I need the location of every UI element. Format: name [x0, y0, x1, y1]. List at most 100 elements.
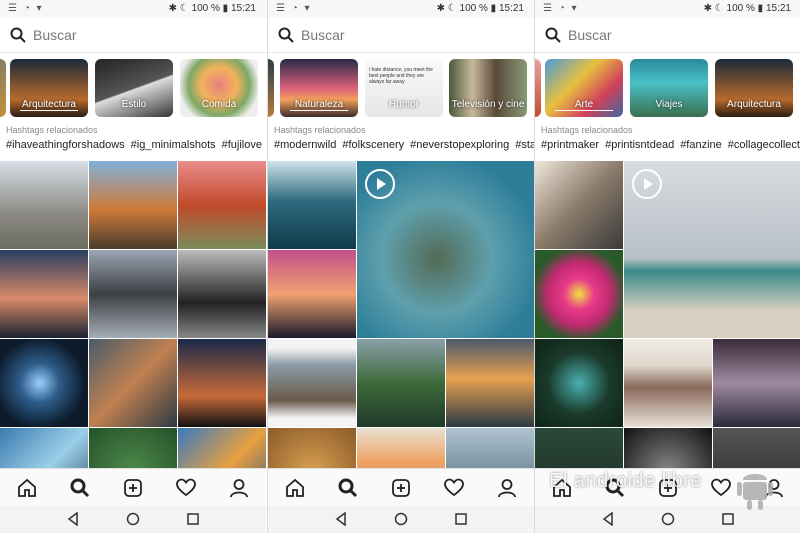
category-label: Arquitectura: [22, 99, 76, 110]
hashtag[interactable]: #printmaker: [541, 139, 599, 151]
grid-photo[interactable]: [0, 250, 88, 338]
grid-video[interactable]: [624, 161, 800, 338]
grid-photo[interactable]: [178, 161, 266, 249]
hashtags-title: Hashtags relacionados: [274, 125, 366, 135]
search-icon: [10, 27, 26, 43]
category-naturaleza[interactable]: Naturaleza: [280, 59, 358, 117]
grid-photo[interactable]: [89, 161, 177, 249]
grid-photo[interactable]: [178, 339, 266, 427]
recents-icon[interactable]: [186, 512, 200, 526]
profile-icon[interactable]: [497, 478, 517, 498]
grid-photo[interactable]: [446, 428, 534, 468]
search-bar[interactable]: Buscar: [0, 18, 266, 53]
category-comida[interactable]: Comida: [180, 59, 258, 117]
grid-photo[interactable]: [0, 161, 88, 249]
category-card[interactable]: [0, 59, 6, 117]
category-arte[interactable]: Arte: [545, 59, 623, 117]
grid-photo[interactable]: [535, 339, 623, 427]
search-icon: [278, 27, 294, 43]
grid-video[interactable]: [357, 161, 534, 338]
category-television[interactable]: Televisión y cine: [449, 59, 527, 117]
search-placeholder: Buscar: [301, 27, 345, 43]
grid-photo[interactable]: [268, 161, 356, 249]
grid-photo[interactable]: [357, 339, 445, 427]
grid-photo[interactable]: [446, 339, 534, 427]
grid-photo[interactable]: [713, 339, 800, 427]
home-icon[interactable]: [17, 478, 37, 498]
hashtag[interactable]: #fanzine: [680, 139, 722, 151]
grid-photo[interactable]: [624, 428, 712, 468]
category-carousel: Arte Viajes Arquitectura: [535, 58, 800, 120]
search-placeholder: Buscar: [568, 27, 612, 43]
grid-photo[interactable]: [624, 339, 712, 427]
category-estilo[interactable]: Estilo: [95, 59, 173, 117]
back-icon[interactable]: [66, 512, 80, 526]
grid-photo[interactable]: [535, 428, 623, 468]
hashtag[interactable]: #ig_minimalshots: [131, 139, 216, 151]
hashtag[interactable]: #ihaveathingforshadows: [6, 139, 125, 151]
hashtag-row: #modernwild #folkscenery #neverstopexplori…: [274, 139, 534, 151]
status-bar: ☰ ◔ ▾ ✱ ☾ 100 % ▮ 15:21: [0, 0, 266, 18]
heart-icon[interactable]: [176, 478, 196, 498]
grid-photo[interactable]: [89, 339, 177, 427]
screen-2: ☰ ◔ ▾ ✱ ☾ 100 % ▮ 15:21 Buscar Naturalez…: [267, 0, 534, 533]
recents-icon[interactable]: [721, 512, 735, 526]
heart-icon[interactable]: [444, 478, 464, 498]
grid-photo[interactable]: [89, 428, 177, 468]
search-icon[interactable]: [70, 478, 90, 498]
status-right: ✱ ☾ 100 % ▮ 15:21: [168, 3, 256, 14]
grid-photo[interactable]: [0, 428, 88, 468]
search-icon[interactable]: [338, 478, 358, 498]
grid-photo[interactable]: [535, 250, 623, 338]
back-icon[interactable]: [334, 512, 348, 526]
add-icon[interactable]: [391, 478, 411, 498]
grid-photo[interactable]: [357, 428, 445, 468]
grid-photo[interactable]: [268, 428, 356, 468]
category-label: Viajes: [655, 99, 683, 110]
category-card[interactable]: [268, 59, 274, 117]
grid-photo[interactable]: [89, 250, 177, 338]
hashtag[interactable]: #modernwild: [274, 139, 336, 151]
grid-photo[interactable]: [0, 339, 88, 427]
home-button-icon[interactable]: [661, 512, 675, 526]
category-card[interactable]: [535, 59, 541, 117]
category-viajes[interactable]: Viajes: [630, 59, 708, 117]
hashtag[interactable]: #printisntdead: [605, 139, 674, 151]
hashtag[interactable]: #folkscenery: [342, 139, 404, 151]
add-icon[interactable]: [123, 478, 143, 498]
signal-icons: ☰ ◔ ▾: [543, 3, 579, 14]
category-label: Televisión y cine: [451, 99, 525, 110]
home-icon[interactable]: [285, 478, 305, 498]
home-button-icon[interactable]: [126, 512, 140, 526]
search-icon: [545, 27, 561, 43]
profile-icon[interactable]: [229, 478, 249, 498]
grid-photo[interactable]: [178, 428, 266, 468]
search-bar[interactable]: Buscar: [268, 18, 534, 53]
hashtag-row: #ihaveathingforshadows #ig_minimalshots #f…: [6, 139, 266, 151]
back-icon[interactable]: [601, 512, 615, 526]
hashtag[interactable]: #collagecollective: [728, 139, 800, 151]
heart-icon[interactable]: [711, 478, 731, 498]
hashtag[interactable]: #fujilove: [222, 139, 262, 151]
grid-photo[interactable]: [535, 161, 623, 249]
explore-grid: [0, 161, 266, 468]
recents-icon[interactable]: [454, 512, 468, 526]
grid-photo[interactable]: [268, 250, 356, 338]
search-bar[interactable]: Buscar: [535, 18, 800, 53]
category-arquitectura[interactable]: Arquitectura: [715, 59, 793, 117]
grid-photo[interactable]: [713, 428, 800, 468]
signal-icons: ☰ ◔ ▾: [8, 3, 44, 14]
system-nav: [268, 506, 534, 533]
hashtag[interactable]: #neverstopexploring: [410, 139, 509, 151]
home-button-icon[interactable]: [394, 512, 408, 526]
grid-photo[interactable]: [178, 250, 266, 338]
category-arquitectura[interactable]: Arquitectura: [10, 59, 88, 117]
grid-photo[interactable]: [268, 339, 356, 427]
category-underline: [20, 110, 78, 111]
explore-grid: [535, 161, 800, 468]
category-humor[interactable]: i hate distance, you meet the best peopl…: [365, 59, 443, 117]
hashtag[interactable]: #stayp: [515, 139, 534, 151]
bottom-nav: [0, 468, 266, 507]
category-label: Naturaleza: [294, 99, 344, 110]
signal-icons: ☰ ◔ ▾: [276, 3, 312, 14]
